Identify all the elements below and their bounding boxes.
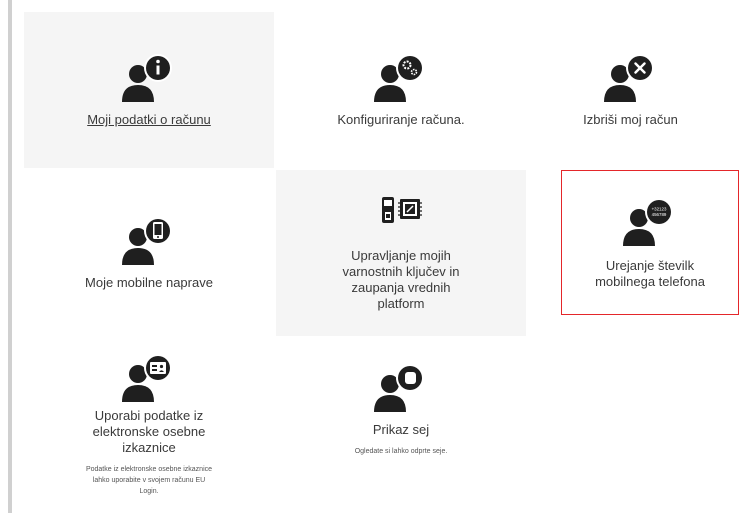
tile-security-keys[interactable]: Upravljanje mojih varnostnih ključev in … bbox=[276, 170, 526, 336]
user-delete-icon bbox=[603, 54, 654, 102]
security-keys-icon bbox=[382, 197, 422, 223]
tile-eid-label: Uporabi podatke iz elektronske osebne iz… bbox=[92, 407, 206, 455]
tile-configure-account-label: Konfiguriranje računa. bbox=[337, 112, 465, 127]
tile-phone-numbers[interactable]: +32123 456789 Urejanje številk mobilnega… bbox=[561, 170, 739, 315]
tile-sessions-description: Ogledate si lahko odprte seje. bbox=[354, 448, 448, 455]
tile-account-details-label[interactable]: Moji podatki o računu bbox=[87, 112, 211, 128]
tile-account-details[interactable]: Moji podatki o računu bbox=[24, 12, 274, 168]
tile-mobile-devices[interactable]: Moje mobilne naprave bbox=[24, 170, 274, 336]
tile-delete-account[interactable]: Izbriši moj račun bbox=[528, 12, 733, 168]
user-phone-numbers-icon: +32123 456789 bbox=[623, 197, 673, 246]
tile-delete-account-label: Izbriši moj račun bbox=[583, 112, 678, 127]
tile-mobile-devices-label: Moje mobilne naprave bbox=[85, 275, 213, 290]
user-sessions-icon bbox=[374, 364, 424, 412]
tile-eid-description: Podatke iz elektronske osebne izkaznice … bbox=[85, 465, 213, 495]
user-eid-icon bbox=[122, 353, 172, 402]
tile-eid[interactable]: Uporabi podatke iz elektronske osebne iz… bbox=[24, 338, 274, 510]
left-border bbox=[8, 0, 12, 513]
phone-number-badge: +32123 bbox=[652, 206, 667, 211]
user-settings-icon bbox=[374, 54, 424, 102]
tile-phone-numbers-label: Urejanje številk mobilnega telefona bbox=[595, 257, 705, 289]
tile-sessions[interactable]: Prikaz sej Ogledate si lahko odprte seje… bbox=[276, 338, 526, 510]
user-info-icon bbox=[122, 54, 172, 102]
tile-security-keys-label: Upravljanje mojih varnostnih ključev in … bbox=[342, 248, 460, 311]
user-mobile-icon bbox=[122, 217, 172, 265]
svg-text:456789: 456789 bbox=[652, 212, 667, 217]
tile-configure-account[interactable]: Konfiguriranje računa. bbox=[276, 12, 526, 168]
tile-sessions-label: Prikaz sej bbox=[372, 422, 430, 437]
